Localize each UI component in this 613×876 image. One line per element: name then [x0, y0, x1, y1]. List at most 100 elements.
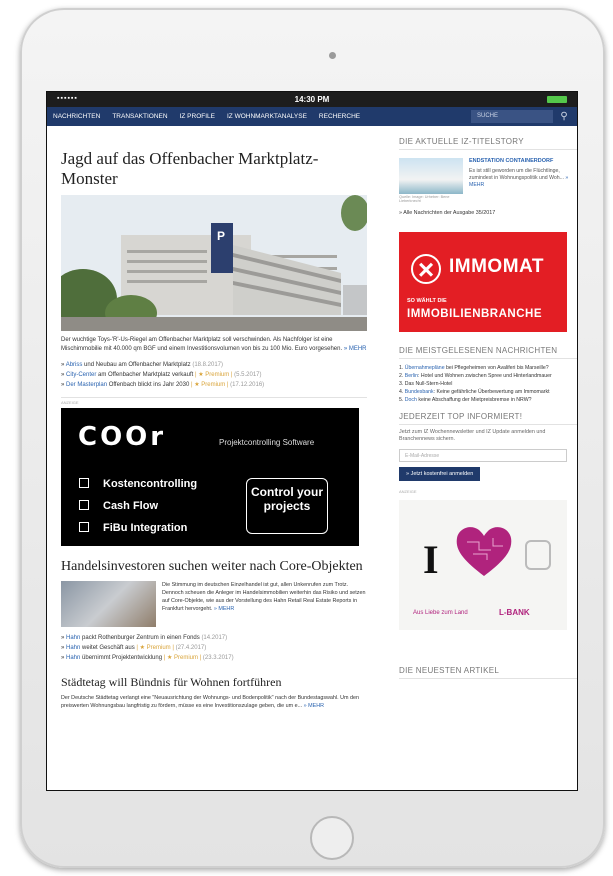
- building-illustration: P: [61, 195, 367, 331]
- story-kicker[interactable]: ENDSTATION CONTAINERDORF: [469, 158, 577, 165]
- list-item[interactable]: 4. Bundesbank: Keine gefährliche Überbew…: [399, 388, 577, 396]
- home-button[interactable]: [310, 816, 354, 860]
- story-text: Es ist still geworden um die Flüchtlinge…: [469, 168, 577, 189]
- browser-screen: ▪▪▪▪▪▪ 14:30 PM NACHRICHTEN TRANSAKTIONE…: [46, 91, 578, 791]
- immomat-subline: SO WÄHLT DIE: [407, 298, 447, 304]
- nav-item-transaktionen[interactable]: TRANSAKTIONEN: [106, 113, 173, 120]
- title-story[interactable]: Quelle: Image: Urheber: Bene Lieberknech…: [399, 158, 577, 203]
- feature-item: FiBu Integration: [79, 522, 187, 534]
- related-link-date: (18.8.2017): [192, 362, 224, 368]
- email-field[interactable]: E-Mail-Adresse: [399, 449, 567, 462]
- related-link-2[interactable]: » City-Center am Offenbacher Marktplatz …: [61, 370, 367, 380]
- list-item[interactable]: 3. Das Null-Stern-Hotel: [399, 380, 577, 388]
- related-link-anchor[interactable]: City-Center: [66, 372, 96, 378]
- more-link[interactable]: » MEHR: [214, 606, 234, 612]
- ad-label: ANZEIGE: [399, 489, 417, 494]
- list-item-text: Das Null-Stern-Hotel: [404, 381, 453, 387]
- subscribe-button[interactable]: » Jetzt kostenfrei anmelden: [399, 467, 481, 481]
- list-item-text: : Keine gefährliche Überbewertung am Imm…: [433, 389, 550, 395]
- robot-icon: [525, 540, 551, 570]
- coor-advertisement[interactable]: COOr Projektcontrolling Software Kostenc…: [61, 408, 359, 546]
- nav-item-nachrichten[interactable]: NACHRICHTEN: [47, 113, 106, 120]
- title-story-thumbnail[interactable]: [399, 158, 463, 194]
- article-teaser-text: Die Stimmung im deutschen Einzelhandel i…: [162, 581, 367, 627]
- premium-badge: | ★ Premium |: [190, 382, 229, 388]
- related-link-date: (5.5.2017): [234, 372, 262, 378]
- all-news-link[interactable]: » Alle Nachrichten der Ausgabe 35/2017: [399, 210, 577, 216]
- lbank-tagline: Aus Liebe zum Land: [413, 610, 468, 616]
- search-icon[interactable]: ⚲: [557, 110, 571, 123]
- divider: [61, 397, 367, 398]
- article-title[interactable]: Jagd auf das Offenbacher Marktplatz-Mons…: [61, 149, 367, 189]
- list-item[interactable]: 5. Doch keine Abschaffung der Mietpreisb…: [399, 396, 577, 404]
- list-item[interactable]: 2. Berlin: Hotel und Wohnen zwischen Spr…: [399, 372, 577, 380]
- immomat-advertisement[interactable]: × IMMOMAT SO WÄHLT DIE IMMOBILIENBRANCHE: [399, 232, 567, 332]
- list-item-link[interactable]: Übernahmepläne: [405, 365, 445, 371]
- feature-item: Kostencontrolling: [79, 478, 197, 490]
- feature-item: Cash Flow: [79, 500, 158, 512]
- nav-item-wohnmarktanalyse[interactable]: IZ WOHNMARKTANALYSE: [221, 113, 313, 120]
- related-link-anchor[interactable]: Hahn: [66, 655, 80, 661]
- related-link-text: und Neubau am Offenbacher Marktplatz: [82, 362, 191, 368]
- main-nav: NACHRICHTEN TRANSAKTIONEN IZ PROFILE IZ …: [47, 107, 577, 126]
- list-item-text: bei Pflegeheimen von Avaliferi bis Marse…: [444, 365, 549, 371]
- feature-label: FiBu Integration: [103, 522, 188, 534]
- image-caption: Quelle: Image: Urheber: Bene Lieberknech…: [399, 195, 450, 203]
- teaser-body: Die Stimmung im deutschen Einzelhandel i…: [162, 582, 366, 612]
- status-bar: ▪▪▪▪▪▪ 14:30 PM: [47, 92, 577, 107]
- related-link-anchor[interactable]: Abriss: [66, 362, 83, 368]
- nav-item-recherche[interactable]: RECHERCHE: [313, 113, 366, 120]
- related-link-date: (23.3.2017): [202, 655, 234, 661]
- related-link-text: packt Rothenburger Zentrum in einen Fond…: [80, 635, 200, 641]
- article-title[interactable]: Städtetag will Bündnis für Wohnen fortfü…: [61, 675, 367, 690]
- related-link-1[interactable]: » Abriss und Neubau am Offenbacher Markt…: [61, 360, 367, 370]
- list-item-text: : Hotel und Wohnen zwischen Spree und Hi…: [418, 373, 552, 379]
- list-item-link[interactable]: Doch: [405, 397, 417, 403]
- lbank-letter: I: [423, 537, 439, 582]
- list-item-link[interactable]: Bundesbank: [405, 389, 434, 395]
- related-link-text: weitet Geschäft aus: [80, 645, 135, 651]
- lead-text: Der wuchtige Toys-'R'-Us-Riegel am Offen…: [61, 337, 343, 352]
- checkbox-icon: [79, 522, 89, 532]
- related-link-anchor[interactable]: Hahn: [66, 635, 80, 641]
- cross-icon: ×: [411, 254, 441, 284]
- related-link-text: am Offenbacher Marktplatz verkauft: [96, 372, 194, 378]
- coor-cta-button[interactable]: Control your projects: [246, 478, 328, 534]
- main-column: Jagd auf das Offenbacher Marktplatz-Mons…: [61, 137, 367, 710]
- premium-badge: | ★ Premium |: [163, 655, 202, 661]
- feature-label: Kostencontrolling: [103, 478, 198, 490]
- article-teaser-text: Der Deutsche Städtetag verlangt eine "Ne…: [61, 694, 367, 710]
- sidebar: DIE AKTUELLE IZ-TITELSTORY Quelle: Image…: [399, 137, 577, 679]
- article-title[interactable]: Handelsinvestoren suchen weiter nach Cor…: [61, 558, 367, 575]
- sidebar-heading: JEDERZEIT TOP INFORMIERT!: [399, 412, 577, 425]
- ad-label: ANZEIGE: [61, 400, 79, 405]
- article-lead: Der wuchtige Toys-'R'-Us-Riegel am Offen…: [61, 336, 367, 354]
- related-links: » Hahn packt Rothenburger Zentrum in ein…: [61, 633, 367, 663]
- related-link-anchor[interactable]: Hahn: [66, 645, 80, 651]
- related-link-3[interactable]: » Der Masterplan Offenbach blickt ins Ja…: [61, 380, 367, 390]
- related-link-1[interactable]: » Hahn packt Rothenburger Zentrum in ein…: [61, 633, 367, 643]
- article-thumbnail[interactable]: [61, 581, 156, 627]
- coor-logo: COOr: [78, 422, 167, 452]
- related-links: » Abriss und Neubau am Offenbacher Markt…: [61, 360, 367, 390]
- article-teaser: Die Stimmung im deutschen Einzelhandel i…: [61, 581, 367, 627]
- sidebar-heading: DIE NEUESTEN ARTIKEL: [399, 666, 577, 679]
- most-read-list: 1. Übernahmepläne bei Pflegeheimen von A…: [399, 364, 577, 404]
- lbank-advertisement[interactable]: I Aus Liebe zum Land L-BANK: [399, 500, 567, 630]
- list-item[interactable]: 1. Übernahmepläne bei Pflegeheimen von A…: [399, 364, 577, 372]
- immomat-claim: IMMOBILIENBRANCHE: [407, 308, 542, 320]
- article-hero-image[interactable]: P: [61, 195, 367, 331]
- search-input[interactable]: SUCHE: [471, 110, 553, 123]
- related-link-2[interactable]: » Hahn weitet Geschäft aus | ★ Premium |…: [61, 643, 367, 653]
- more-link[interactable]: » MEHR: [344, 346, 367, 352]
- premium-badge: | ★ Premium |: [136, 645, 174, 651]
- battery-icon: [547, 96, 567, 103]
- list-item-link[interactable]: Berlin: [405, 373, 418, 379]
- checkbox-icon: [79, 500, 89, 510]
- related-link-anchor[interactable]: Der Masterplan: [66, 382, 107, 388]
- nav-item-iz-profile[interactable]: IZ PROFILE: [174, 113, 221, 120]
- svg-text:P: P: [217, 229, 225, 243]
- more-link[interactable]: » MEHR: [304, 703, 324, 709]
- related-link-3[interactable]: » Hahn übernimmt Projektentwicklung | ★ …: [61, 653, 367, 663]
- related-link-date: (17.12.2016): [230, 382, 265, 388]
